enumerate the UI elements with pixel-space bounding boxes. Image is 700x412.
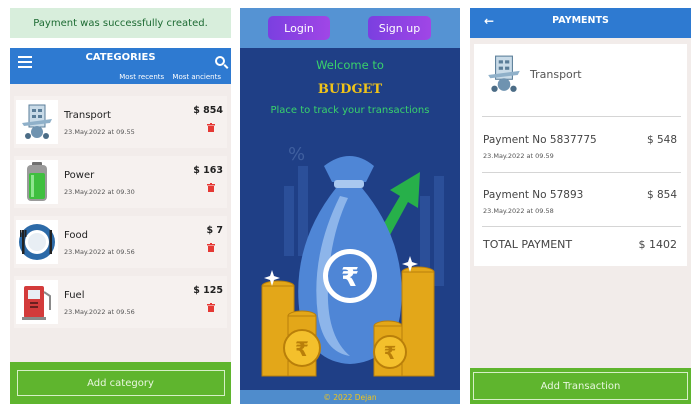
payments-footer: Add Transaction [470,368,691,404]
payment-date: 23.May.2022 at 09.59 [483,152,554,160]
delete-icon[interactable] [207,303,215,312]
category-date: 23.May.2022 at 09.55 [64,128,135,136]
category-name: Transport [64,110,111,121]
transport-icon [488,55,520,92]
total-amount: $ 1402 [638,238,678,251]
delete-icon[interactable] [207,243,215,252]
payments-header: ← PAYMENTS [470,8,691,38]
payment-amount: $ 548 [646,134,677,146]
sort-most-ancients[interactable]: Most ancients [172,73,221,81]
rupee-glyph: ₹ [341,263,359,293]
payment-date: 23.May.2022 at 09.58 [483,207,554,215]
category-amount: $ 7 [206,225,223,236]
signup-button[interactable]: Sign up [368,16,431,40]
battery-icon [16,160,58,204]
payments-screen: ← PAYMENTS Transport Payment No 5837775 … [470,8,691,404]
plate-cutlery-icon [16,220,58,264]
tagline: Place to track your transactions [270,105,430,116]
sort-most-recents[interactable]: Most recents [119,73,164,81]
category-date: 23.May.2022 at 09.30 [64,188,135,196]
category-item-fuel[interactable]: Fuel 23.May.2022 at 09.56 $ 125 [14,276,227,328]
categories-footer: Add category [10,362,231,404]
search-icon[interactable] [215,56,225,66]
login-button[interactable]: Login [268,16,330,40]
category-name: Transport [530,68,582,81]
add-transaction-button[interactable]: Add Transaction [473,372,688,400]
payment-label: Payment No 5837775 [483,134,597,146]
category-item-power[interactable]: Power 23.May.2022 at 09.30 $ 163 [14,156,227,208]
divider [482,116,681,117]
divider [482,226,681,227]
brand-title: BUDGET [317,82,383,97]
add-category-button[interactable]: Add category [16,370,225,396]
total-label: TOTAL PAYMENT [483,238,573,251]
delete-icon[interactable] [207,123,215,132]
categories-header: CATEGORIES Most recents Most ancients [10,48,231,84]
page-title: PAYMENTS [552,15,609,26]
category-item-transport[interactable]: Transport 23.May.2022 at 09.55 $ 854 [14,96,227,148]
category-amount: $ 163 [193,165,223,176]
category-name: Fuel [64,290,85,301]
category-date: 23.May.2022 at 09.56 [64,248,135,256]
fuel-pump-icon [16,280,58,324]
category-date: 23.May.2022 at 09.56 [64,308,135,316]
categories-screen: Payment was successfully created. CATEGO… [10,8,231,404]
page-title: CATEGORIES [85,52,156,63]
category-item-food[interactable]: Food 23.May.2022 at 09.56 $ 7 [14,216,227,268]
copyright-footer: © 2022 Dejan [240,390,460,404]
category-amount: $ 854 [193,105,223,116]
welcome-screen: Login Sign up Welcome to BUDGET Place to… [240,8,460,404]
payment-amount: $ 854 [646,189,677,201]
category-name: Food [64,230,88,241]
success-toast: Payment was successfully created. [10,8,231,38]
category-name: Power [64,170,95,181]
delete-icon[interactable] [207,183,215,192]
divider [482,172,681,173]
category-amount: $ 125 [193,285,223,296]
transport-icon [16,100,58,144]
payments-card: Transport Payment No 5837775 $ 548 23.Ma… [474,44,687,266]
percent-glyph: % [288,144,305,165]
money-bag-illustration: % ₹ ₹ ₹ [261,144,444,377]
welcome-text: Welcome to [316,58,384,72]
coin-rupee-left: ₹ [295,337,309,361]
payment-label: Payment No 57893 [483,189,584,201]
coin-rupee-right: ₹ [384,343,397,364]
sort-options: Most recents Most ancients [113,73,221,81]
